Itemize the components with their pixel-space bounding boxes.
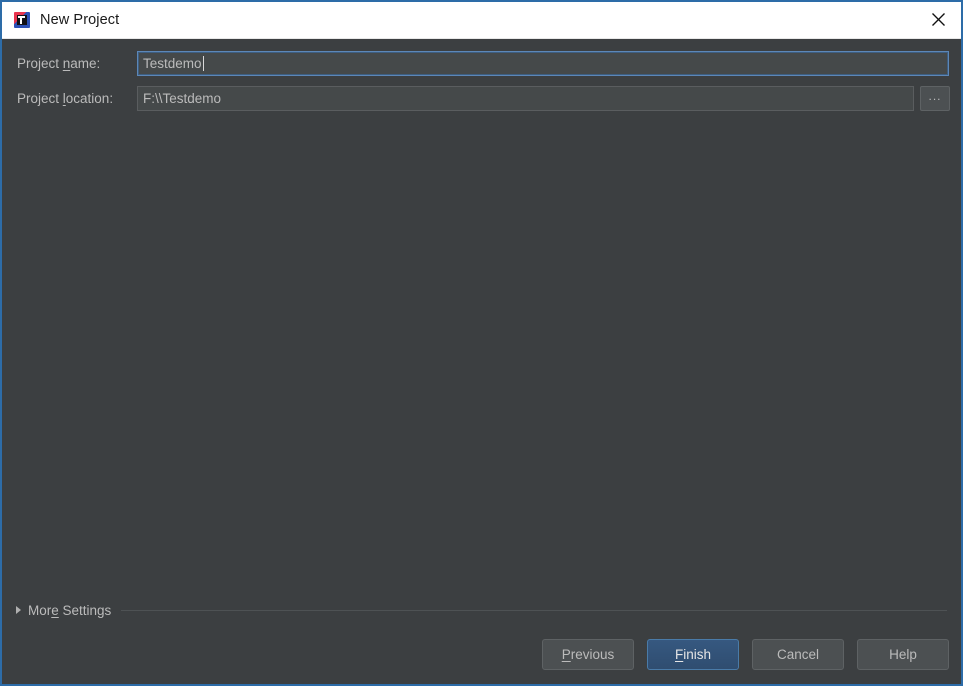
project-name-label-before: Project <box>17 56 63 71</box>
project-location-label: Project location: <box>17 91 137 106</box>
cancel-button[interactable]: Cancel <box>752 639 844 670</box>
project-name-row: Project name: Testdemo <box>17 51 950 76</box>
previous-button-label: revious <box>570 647 615 662</box>
more-settings-label-mnemonic: e <box>51 602 59 618</box>
text-caret <box>202 56 204 71</box>
project-name-value: Testdemo <box>143 56 202 71</box>
project-name-label: Project name: <box>17 56 137 71</box>
finish-button[interactable]: Finish <box>647 639 739 670</box>
previous-button[interactable]: Previous <box>542 639 634 670</box>
project-location-label-before: Project <box>17 91 63 106</box>
chevron-right-icon <box>16 606 21 614</box>
project-name-label-after: ame: <box>70 56 101 71</box>
new-project-dialog: New Project Project name: Testdemo Proje… <box>0 0 963 686</box>
dialog-button-bar: Previous Finish Cancel Help <box>2 639 961 684</box>
help-button[interactable]: Help <box>857 639 949 670</box>
intellij-logo-icon <box>14 12 30 28</box>
form-area: Project name: Testdemo Project location:… <box>2 39 961 121</box>
section-separator <box>121 609 947 611</box>
finish-button-mnemonic: F <box>674 647 684 662</box>
previous-button-mnemonic: P <box>561 647 571 662</box>
finish-button-label: inish <box>683 647 711 662</box>
more-settings-section[interactable]: More Settings <box>2 599 961 621</box>
browse-folder-button[interactable]: ... <box>920 86 950 111</box>
project-location-row: Project location: F:\\Testdemo ... <box>17 86 950 111</box>
project-location-input[interactable]: F:\\Testdemo <box>137 86 914 111</box>
project-location-value: F:\\Testdemo <box>143 91 222 106</box>
more-settings-label-before: Mor <box>28 602 52 618</box>
more-settings-label-after: Settings <box>58 602 112 618</box>
close-icon[interactable] <box>915 2 961 37</box>
project-location-label-after: ocation: <box>65 91 114 106</box>
window-title: New Project <box>40 12 120 28</box>
more-settings-label[interactable]: More Settings <box>28 603 111 618</box>
dialog-content: Project name: Testdemo Project location:… <box>2 39 961 684</box>
project-name-input[interactable]: Testdemo <box>137 51 949 76</box>
title-bar: New Project <box>2 2 961 39</box>
